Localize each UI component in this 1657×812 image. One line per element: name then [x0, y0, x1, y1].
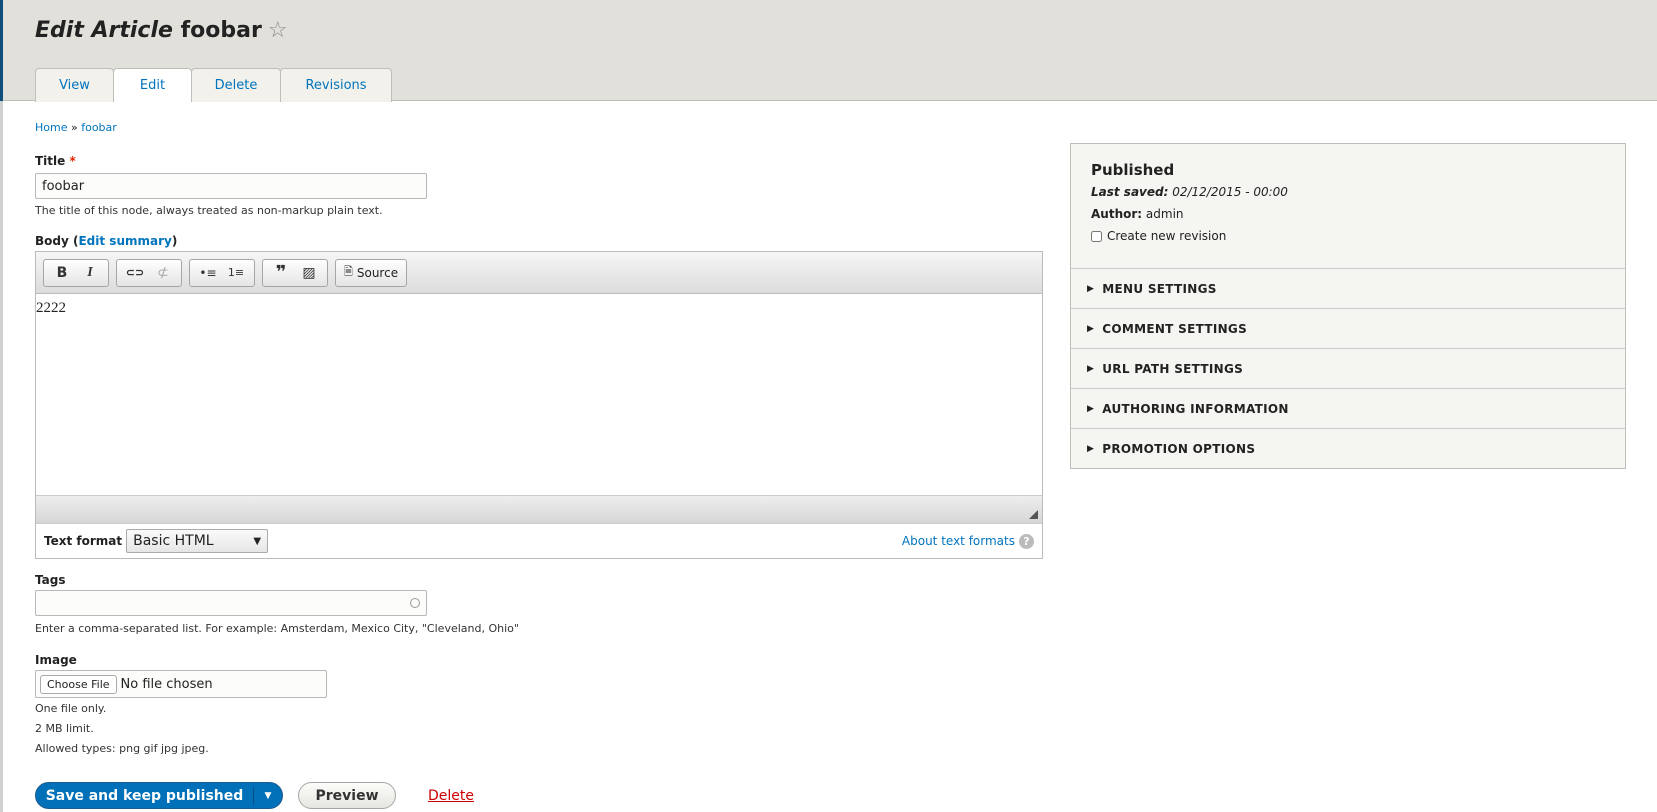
chevron-down-icon: ▼: [253, 535, 262, 547]
breadcrumb-home[interactable]: Home: [35, 121, 67, 134]
choose-file-button[interactable]: Choose File: [40, 674, 117, 694]
title-type: Edit Article: [35, 18, 173, 43]
source-button[interactable]: 🗎 Source: [335, 258, 408, 287]
text-format-value: Basic HTML: [133, 533, 214, 549]
image-label: Image: [35, 653, 77, 667]
author-value: admin: [1145, 207, 1184, 221]
tags-description: Enter a comma-separated list. For exampl…: [35, 622, 519, 635]
author: Author: admin: [1091, 207, 1605, 221]
url-path-settings-toggle[interactable]: ▶ URL PATH SETTINGS: [1071, 349, 1625, 389]
title-label: Title *: [35, 154, 76, 168]
triangle-right-icon: ▶: [1087, 323, 1095, 334]
editor-toolbar: B I ⊂⊃ ⊄ •≡ 1≡ ❞ ▨ 🗎 Source: [36, 252, 1042, 294]
text-format-select[interactable]: Basic HTML ▼: [126, 529, 269, 553]
section-label: MENU SETTINGS: [1102, 281, 1217, 296]
author-label: Author:: [1091, 207, 1143, 221]
resize-handle-icon[interactable]: [1029, 510, 1038, 519]
tab-view[interactable]: View: [35, 68, 114, 102]
link-group: ⊂⊃ ⊄: [116, 258, 182, 287]
image-note: 2 MB limit.: [35, 722, 94, 735]
breadcrumb-separator: »: [70, 121, 78, 134]
source-label: Source: [356, 265, 399, 280]
triangle-right-icon: ▶: [1087, 283, 1095, 294]
new-revision-option[interactable]: Create new revision: [1091, 229, 1605, 243]
authoring-information-toggle[interactable]: ▶ AUTHORING INFORMATION: [1071, 389, 1625, 429]
bulleted-list-icon[interactable]: •≡: [194, 261, 222, 285]
numbered-list-icon[interactable]: 1≡: [222, 261, 250, 285]
list-group: •≡ 1≡: [189, 258, 255, 287]
image-note: One file only.: [35, 702, 107, 715]
delete-link[interactable]: Delete: [428, 782, 474, 809]
title-input[interactable]: foobar: [35, 173, 427, 199]
autocomplete-icon: [410, 598, 420, 608]
preview-button[interactable]: Preview: [298, 782, 396, 809]
triangle-right-icon: ▶: [1087, 444, 1095, 454]
italic-button[interactable]: I: [76, 261, 104, 285]
save-button[interactable]: Save and keep published: [36, 787, 254, 804]
text-format-label: Text format: [44, 534, 123, 548]
unlink-icon[interactable]: ⊄: [149, 261, 177, 285]
save-button-group: Save and keep published ▼: [35, 782, 283, 809]
media-group: ❞ ▨: [262, 258, 328, 287]
breadcrumb: Home » foobar: [35, 121, 117, 134]
image-icon[interactable]: ▨: [295, 261, 323, 285]
section-label: PROMOTION OPTIONS: [1102, 442, 1256, 456]
title-node: foobar: [180, 18, 262, 43]
triangle-right-icon: ▶: [1087, 363, 1095, 374]
publish-info: Published Last saved: 02/12/2015 - 00:00…: [1071, 144, 1625, 269]
blockquote-icon[interactable]: ❞: [267, 261, 295, 285]
edit-summary-link[interactable]: Edit summary: [78, 234, 171, 248]
comment-settings-toggle[interactable]: ▶ COMMENT SETTINGS: [1071, 309, 1625, 349]
section-label: URL PATH SETTINGS: [1102, 361, 1244, 376]
save-dropdown-icon[interactable]: ▼: [254, 791, 282, 801]
image-file-input[interactable]: Choose File No file chosen: [35, 670, 327, 698]
editor-content[interactable]: 2222: [36, 294, 1042, 495]
source-file-icon: 🗎: [344, 265, 353, 278]
file-status: No file chosen: [120, 676, 213, 692]
body-editor: B I ⊂⊃ ⊄ •≡ 1≡ ❞ ▨ 🗎 Source 2222 Text for…: [35, 251, 1043, 559]
format-group: B I: [43, 258, 109, 287]
left-edge: [0, 0, 3, 812]
breadcrumb-current[interactable]: foobar: [81, 121, 117, 134]
paren: ): [171, 234, 178, 248]
link-icon[interactable]: ⊂⊃: [121, 261, 149, 285]
new-revision-label: Create new revision: [1107, 229, 1227, 243]
meta-sidebar: Published Last saved: 02/12/2015 - 00:00…: [1070, 143, 1626, 469]
promotion-options-toggle[interactable]: ▶ PROMOTION OPTIONS: [1071, 429, 1625, 469]
status-heading: Published: [1091, 161, 1175, 179]
about-text-formats-link[interactable]: About text formats: [902, 534, 1015, 548]
body-label-text: Body: [35, 234, 69, 248]
about-text-formats: About text formats?: [902, 533, 1034, 549]
help-icon[interactable]: ?: [1019, 533, 1034, 549]
new-revision-checkbox[interactable]: [1091, 230, 1102, 242]
tab-delete[interactable]: Delete: [191, 68, 281, 102]
page-title: Edit Article foobar ☆: [35, 18, 288, 43]
last-saved-value: 02/12/2015 - 00:00: [1172, 185, 1288, 199]
title-description: The title of this node, always treated a…: [35, 204, 383, 217]
required-marker: *: [69, 154, 76, 168]
tags-label: Tags: [35, 573, 66, 587]
section-label: COMMENT SETTINGS: [1102, 321, 1248, 336]
image-note: Allowed types: png gif jpg jpeg.: [35, 742, 209, 755]
tags-input[interactable]: [35, 590, 427, 616]
star-icon[interactable]: ☆: [268, 18, 288, 43]
left-edge-accent: [0, 0, 3, 101]
body-label: Body (Edit summary): [35, 234, 177, 248]
section-label: AUTHORING INFORMATION: [1102, 401, 1289, 416]
last-saved: Last saved: 02/12/2015 - 00:00: [1091, 185, 1605, 199]
bold-button[interactable]: B: [48, 261, 76, 285]
editor-resize-bar: [36, 495, 1042, 523]
tab-revisions[interactable]: Revisions: [280, 68, 392, 102]
title-label-text: Title: [35, 154, 66, 168]
tab-edit[interactable]: Edit: [113, 68, 192, 102]
text-format-row: Text format Basic HTML ▼ About text forma…: [36, 523, 1042, 558]
triangle-right-icon: ▶: [1087, 403, 1095, 414]
menu-settings-toggle[interactable]: ▶ MENU SETTINGS: [1071, 269, 1625, 309]
last-saved-label: Last saved:: [1091, 185, 1169, 199]
